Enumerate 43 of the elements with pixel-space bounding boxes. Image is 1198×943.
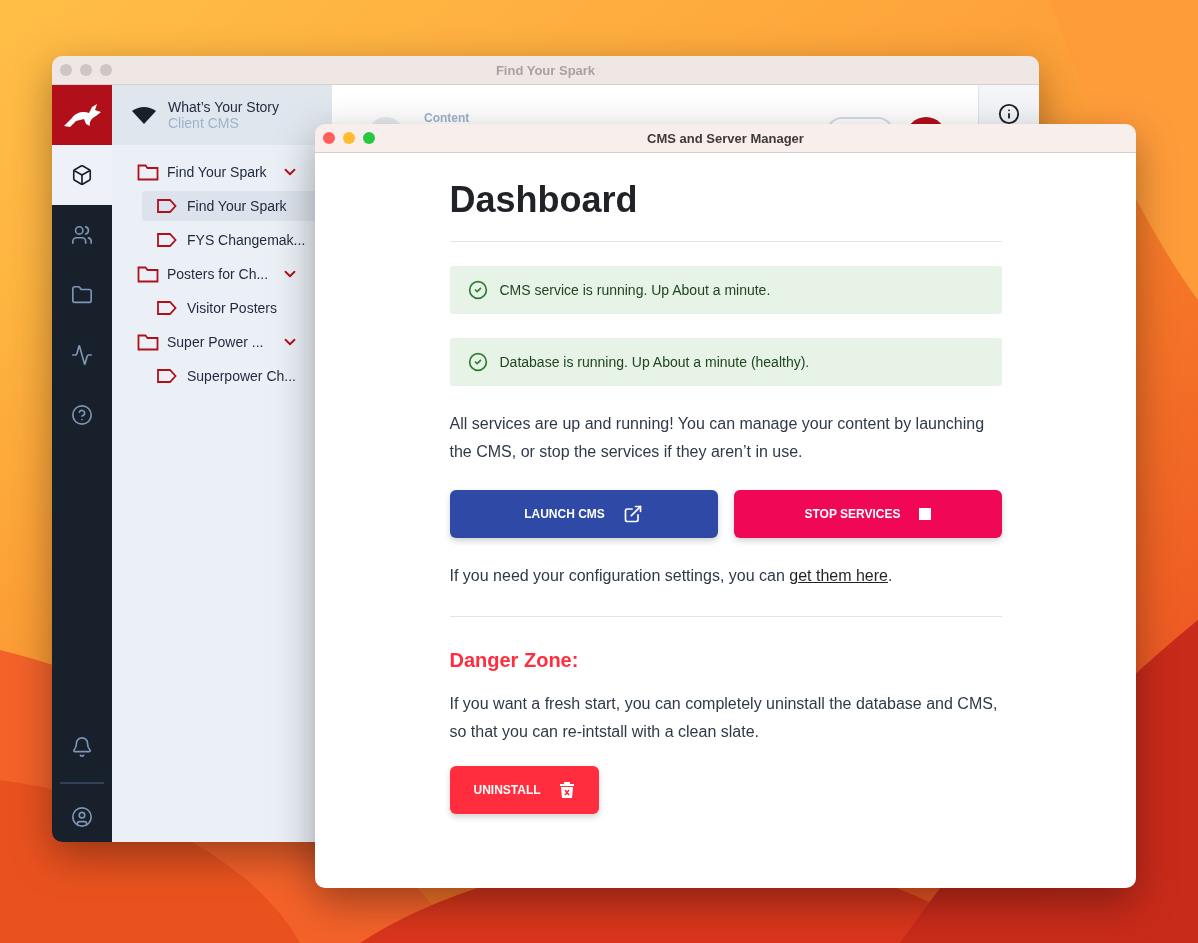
- folder-item[interactable]: Posters for Ch...: [167, 266, 273, 282]
- page-heading: Dashboard: [449, 179, 639, 221]
- folder-item[interactable]: Find Your Spark: [167, 164, 273, 180]
- rabbit-logo-icon: [62, 102, 102, 128]
- window-title: Find Your Spark: [495, 62, 596, 78]
- window-control[interactable]: [363, 132, 375, 144]
- tag-icon: [157, 233, 177, 247]
- folder-icon: [137, 333, 159, 351]
- box-icon: [71, 164, 93, 186]
- header-label: Content: [424, 111, 470, 125]
- status-alert: Database is running. Up About a minute (healthy).: [449, 338, 1002, 386]
- danger-heading: Danger Zone:: [449, 649, 580, 672]
- summary-text: All services are up and running! You can manage your content by launching the CMS, or stop the services if they aren’t in use.: [449, 414, 986, 462]
- folder-icon: [137, 163, 159, 181]
- check-icon: [467, 352, 488, 372]
- stop-icon: [918, 508, 931, 520]
- window-title: CMS and Server Manager: [647, 130, 804, 146]
- status-alert: CMS service is running. Up About a minute.: [449, 266, 1002, 314]
- config-link[interactable]: get them here: [789, 567, 888, 584]
- check-icon: [467, 280, 488, 300]
- trash-icon: [558, 781, 575, 799]
- users-icon: [71, 224, 93, 246]
- bell-icon: [71, 736, 93, 758]
- danger-text: If you want a fresh start, you can completely uninstall the database and CMS, so that you can re-intstall with a clean slate.: [449, 694, 999, 742]
- stop-button[interactable]: STOP SERVICES: [733, 490, 1002, 538]
- tag-icon: [157, 369, 177, 383]
- config-text: If you need your configuration settings, you can get them here.: [449, 566, 894, 586]
- tag-icon: [157, 301, 177, 315]
- project-subtitle: Client CMS: [168, 115, 240, 131]
- external-link-icon: [622, 504, 643, 524]
- rail-item[interactable]: [52, 145, 112, 205]
- user-icon: [71, 806, 93, 828]
- uninstall-button[interactable]: UNINSTALL: [449, 766, 599, 814]
- folder-icon: [137, 265, 159, 283]
- project-name: What’s Your Story: [168, 99, 280, 115]
- tag-icon: [157, 199, 177, 213]
- launch-button[interactable]: LAUNCH CMS: [449, 490, 718, 538]
- folder-item[interactable]: Super Power ...: [167, 334, 273, 350]
- folder-icon: [71, 284, 93, 306]
- window-control[interactable]: [323, 132, 335, 144]
- help-icon: [71, 404, 93, 426]
- wifi-icon: [132, 106, 156, 124]
- info-icon[interactable]: [998, 103, 1020, 125]
